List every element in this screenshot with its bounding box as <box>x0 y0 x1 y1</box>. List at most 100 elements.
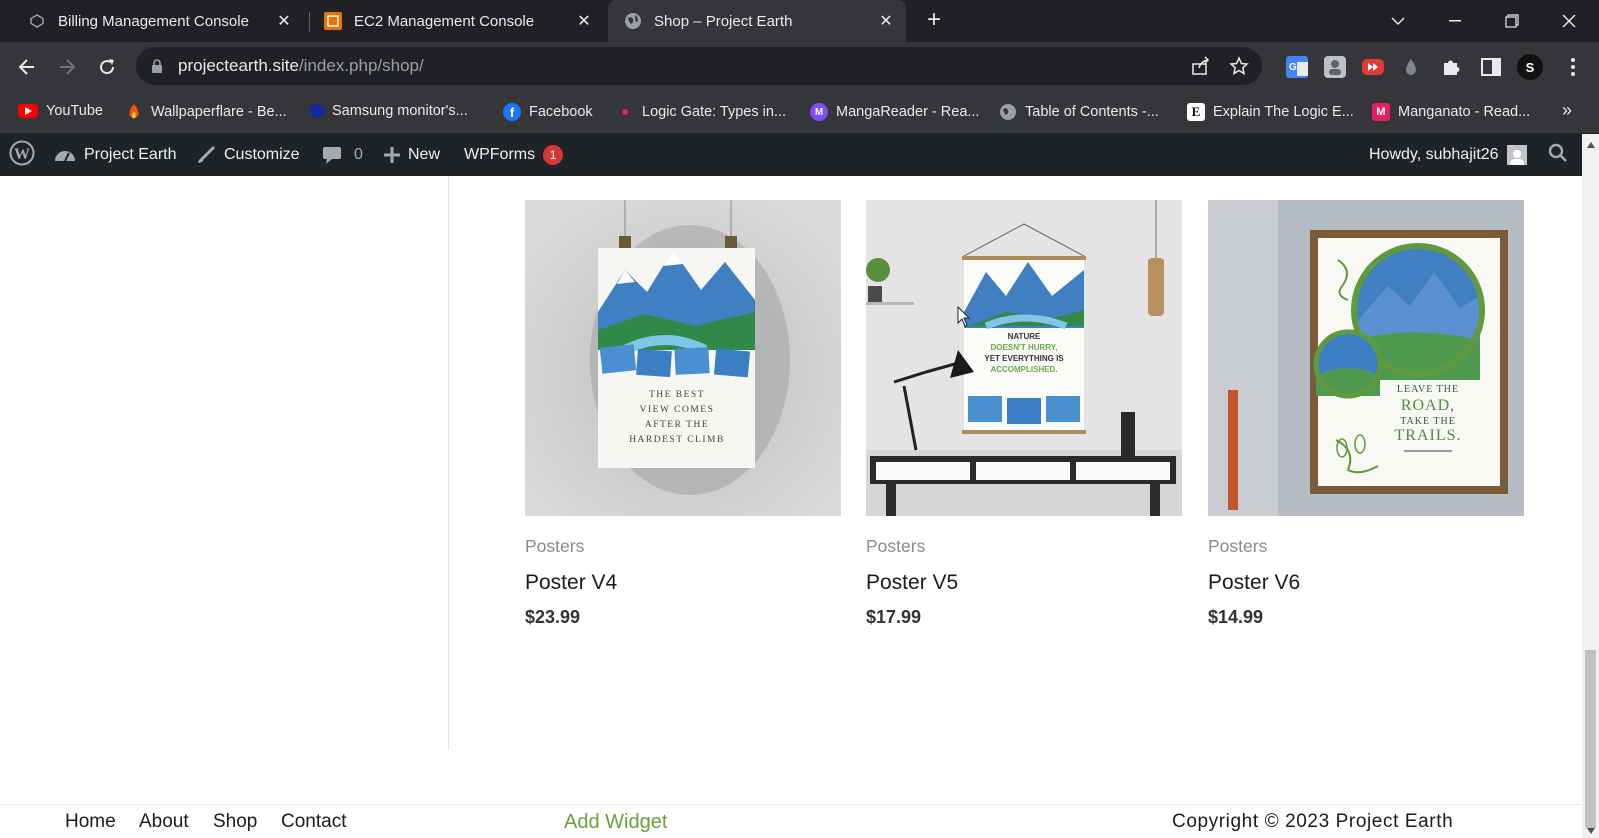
product-category[interactable]: Posters <box>866 536 1182 557</box>
product-card[interactable]: LEAVE THE ROAD, TAKE THE TRAILS. Posters… <box>1208 200 1524 628</box>
close-icon[interactable]: ✕ <box>574 11 594 31</box>
chrome-menu-icon[interactable] <box>1562 56 1584 78</box>
footer-link-home[interactable]: Home <box>65 811 116 833</box>
svg-text:S: S <box>1526 60 1535 75</box>
google-translate-icon[interactable]: G <box>1286 56 1308 78</box>
svg-text:THE BEST: THE BEST <box>649 390 705 400</box>
bookmark-label: Table of Contents -... <box>1025 104 1159 120</box>
tab-billing[interactable]: Billing Management Console ✕ <box>0 0 304 42</box>
share-icon[interactable] <box>1191 56 1211 76</box>
product-image[interactable]: THE BEST VIEW COMES AFTER THE HARDEST CL… <box>525 200 841 516</box>
restore-button[interactable] <box>1489 0 1535 42</box>
site-footer: Home About Shop Contact Add Widget Copyr… <box>0 804 1582 838</box>
new-tab-button[interactable]: + <box>922 8 946 33</box>
svg-text:YET EVERYTHING IS: YET EVERYTHING IS <box>984 354 1064 363</box>
footer-link-contact[interactable]: Contact <box>281 811 346 833</box>
minimize-button[interactable] <box>1432 0 1478 42</box>
plus-icon <box>384 147 400 163</box>
product-category[interactable]: Posters <box>1208 536 1524 557</box>
tab-search-icon[interactable] <box>1375 0 1421 42</box>
bookmark-logic-gate[interactable]: Logic Gate: Types in... <box>616 103 786 121</box>
product-image[interactable]: LEAVE THE ROAD, TAKE THE TRAILS. <box>1208 200 1524 516</box>
bookmarks-bar: YouTube Wallpaperflare - Be... Samsung m… <box>0 92 1599 134</box>
more-bookmarks-button[interactable]: » <box>1562 100 1572 121</box>
extension-drop-icon[interactable] <box>1400 56 1422 78</box>
globe-icon <box>624 12 642 30</box>
bookmark-label: Logic Gate: Types in... <box>642 104 787 120</box>
svg-text:TAKE THE: TAKE THE <box>1400 416 1456 427</box>
scroll-up-arrow-icon[interactable] <box>1585 140 1596 150</box>
wp-my-account[interactable]: Howdy, subhajit26 <box>1369 134 1527 176</box>
bookmark-manganato[interactable]: M Manganato - Read... <box>1372 103 1530 121</box>
product-category[interactable]: Posters <box>525 536 841 557</box>
site-name-label: Project Earth <box>84 146 177 163</box>
search-icon <box>1548 143 1568 168</box>
wordpress-logo-button[interactable]: W <box>9 134 35 176</box>
close-icon[interactable]: ✕ <box>876 11 896 31</box>
video-speed-icon[interactable] <box>1362 56 1384 78</box>
howdy-label: Howdy, subhajit26 <box>1369 146 1499 163</box>
product-price: $23.99 <box>525 607 581 627</box>
profile-extension-icon[interactable] <box>1324 56 1346 78</box>
side-panel-icon[interactable] <box>1480 56 1502 78</box>
flame-icon <box>125 103 143 121</box>
dashboard-gauge-icon <box>54 145 76 165</box>
product-title[interactable]: Poster V6 <box>1208 571 1524 595</box>
facebook-icon: f <box>503 103 521 121</box>
wp-site-name[interactable]: Project Earth <box>54 134 176 176</box>
bookmark-table-of-contents[interactable]: Table of Contents -... <box>999 103 1159 121</box>
bookmark-explain-logic[interactable]: E Explain The Logic E... <box>1187 103 1354 121</box>
bookmark-wallpaperflare[interactable]: Wallpaperflare - Be... <box>125 103 287 121</box>
puzzle-extensions-icon[interactable] <box>1440 56 1462 78</box>
wp-new[interactable]: New <box>384 134 440 176</box>
product-price: $14.99 <box>1208 607 1264 627</box>
bookmark-label: MangaReader - Rea... <box>836 104 980 120</box>
bookmark-facebook[interactable]: f Facebook <box>503 103 593 121</box>
product-title[interactable]: Poster V5 <box>866 571 1182 595</box>
svg-text:TRAILS.: TRAILS. <box>1395 427 1462 444</box>
lock-icon[interactable] <box>150 58 164 74</box>
paintbrush-icon <box>196 145 216 165</box>
tab-ec2[interactable]: EC2 Management Console ✕ <box>312 0 604 42</box>
svg-text:W: W <box>14 146 30 163</box>
bookmark-star-icon[interactable] <box>1229 56 1249 76</box>
wordpress-icon: W <box>9 140 35 171</box>
mangareader-icon: M <box>810 103 828 121</box>
bookmark-youtube[interactable]: YouTube <box>18 103 103 119</box>
footer-link-shop[interactable]: Shop <box>213 811 257 833</box>
tab-shop[interactable]: Shop – Project Earth ✕ <box>608 0 906 42</box>
product-title[interactable]: Poster V4 <box>525 571 841 595</box>
wp-search-button[interactable] <box>1548 134 1568 176</box>
product-image[interactable]: NATURE DOESN'T HURRY, YET EVERYTHING IS … <box>866 200 1182 516</box>
svg-text:HARDEST CLIMB: HARDEST CLIMB <box>629 435 725 445</box>
scroll-down-arrow-icon[interactable] <box>1585 826 1596 836</box>
wp-wpforms[interactable]: WPForms 1 <box>464 134 564 176</box>
wp-comments[interactable]: 0 <box>322 134 363 176</box>
wp-customize[interactable]: Customize <box>196 134 300 176</box>
address-bar[interactable]: projectearth.site/index.php/shop/ <box>136 47 1262 85</box>
bookmark-samsung[interactable]: Samsung monitor's... <box>310 103 468 119</box>
browser-tab-strip: Billing Management Console ✕ EC2 Managem… <box>0 0 1599 42</box>
product-price: $17.99 <box>866 607 922 627</box>
scrollbar-thumb[interactable] <box>1585 650 1596 828</box>
manganato-icon: M <box>1372 103 1390 121</box>
tab-title: Billing Management Console <box>58 12 249 30</box>
product-card[interactable]: THE BEST VIEW COMES AFTER THE HARDEST CL… <box>525 200 841 628</box>
product-card[interactable]: NATURE DOESN'T HURRY, YET EVERYTHING IS … <box>866 200 1182 628</box>
close-icon[interactable]: ✕ <box>274 11 294 31</box>
bookmark-mangareader[interactable]: M MangaReader - Rea... <box>810 103 979 121</box>
add-widget-link[interactable]: Add Widget <box>564 811 667 834</box>
profile-avatar[interactable]: S <box>1517 54 1543 80</box>
footer-link-about[interactable]: About <box>139 811 189 833</box>
comment-bubble-icon <box>322 145 342 165</box>
customize-label: Customize <box>224 146 300 163</box>
back-button[interactable] <box>13 53 41 81</box>
forward-button[interactable] <box>53 53 81 81</box>
tab-divider <box>309 12 310 32</box>
close-window-button[interactable] <box>1546 0 1592 42</box>
bookmark-label: Facebook <box>529 104 593 120</box>
reload-button[interactable] <box>93 53 121 81</box>
tab-title: Shop – Project Earth <box>654 12 793 30</box>
samsung-icon <box>310 104 324 118</box>
svg-text:DOESN'T HURRY,: DOESN'T HURRY, <box>991 343 1058 352</box>
